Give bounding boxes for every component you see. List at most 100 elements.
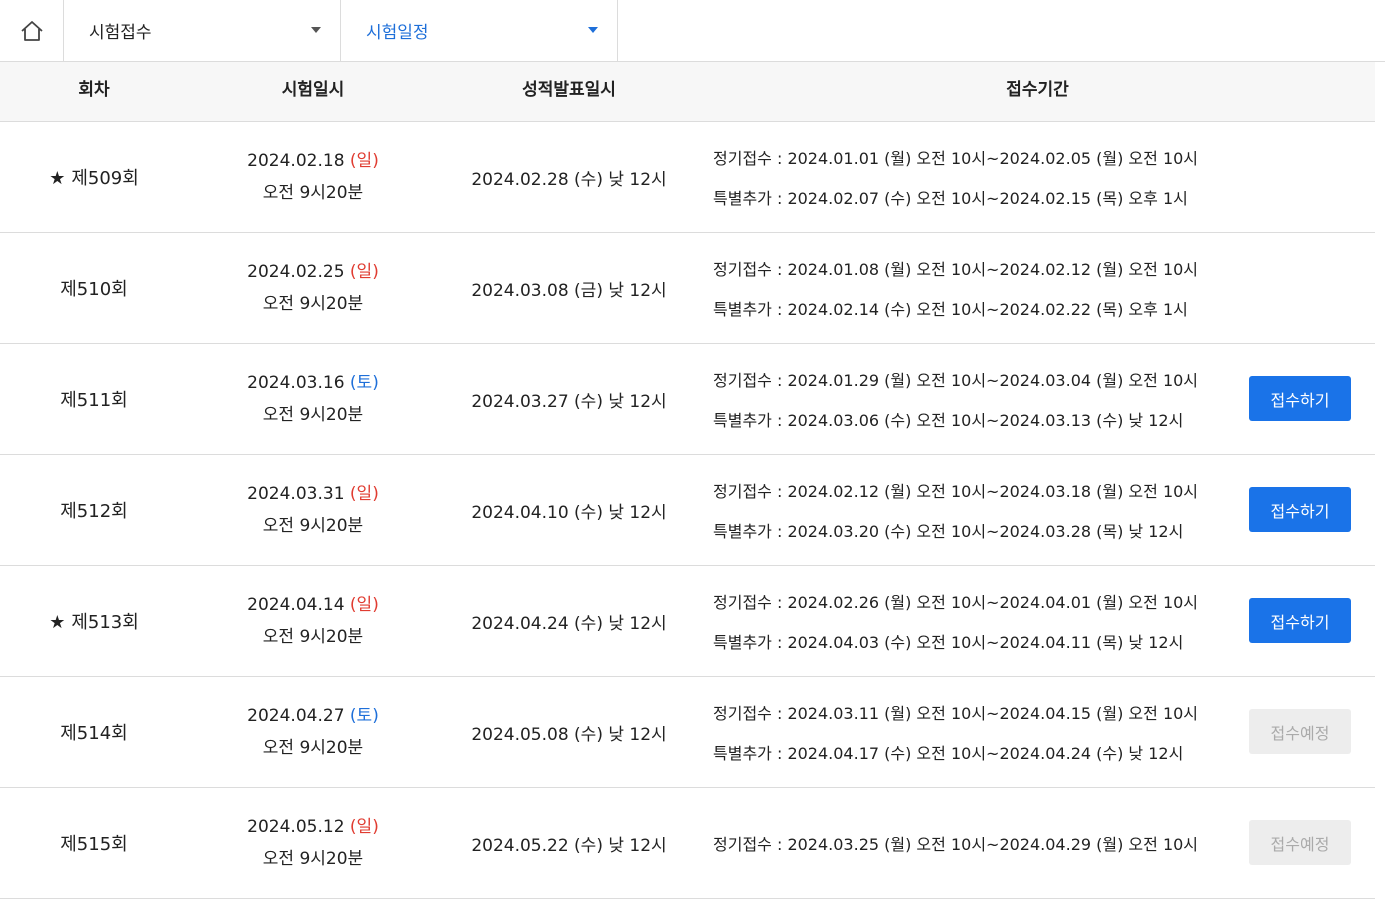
special-registration: 특별추가 : 2024.02.14 (수) 오전 10시~2024.02.22 … <box>713 300 1188 319</box>
table-row: 제510회 2024.02.25 (일) 오전 9시20분 2024.03.08 (금… <box>0 233 1375 344</box>
exam-date-line: 2024.03.31 (일) <box>247 478 379 510</box>
round-number: 제511회 <box>60 390 128 411</box>
register-button[interactable]: 접수하기 <box>1249 487 1351 532</box>
exam-day: (일) <box>349 595 379 615</box>
result-date-cell: 2024.05.08 (수) 낮 12시 <box>438 677 700 787</box>
regular-registration: 정기접수 : 2024.03.11 (월) 오전 10시~2024.04.15 … <box>713 704 1199 723</box>
exam-time: 오전 9시20분 <box>262 516 364 536</box>
home-icon <box>20 20 43 41</box>
exam-date-cell: 2024.04.14 (일) 오전 9시20분 <box>188 566 438 676</box>
result-date-cell: 2024.05.22 (수) 낮 12시 <box>438 788 700 898</box>
registration-period-cell: 정기접수 : 2024.03.11 (월) 오전 10시~2024.04.15 … <box>713 677 1198 787</box>
exam-date-line: 2024.04.27 (토) <box>247 700 379 732</box>
round-line: 제511회 <box>60 386 127 412</box>
exam-day: (일) <box>349 262 379 282</box>
regular-registration: 정기접수 : 2024.01.29 (월) 오전 10시~2024.03.04 … <box>713 371 1199 390</box>
exam-date: 2024.04.14 <box>247 595 345 615</box>
exam-date: 2024.05.12 <box>247 817 345 837</box>
registration-period-cell: 정기접수 : 2024.03.25 (월) 오전 10시~2024.04.29 … <box>713 788 1198 898</box>
round-cell: 제514회 <box>0 677 188 787</box>
registration-period-cell: 정기접수 : 2024.01.29 (월) 오전 10시~2024.03.04 … <box>713 344 1198 454</box>
registration-period-cell: 정기접수 : 2024.02.12 (월) 오전 10시~2024.03.18 … <box>713 455 1198 565</box>
result-date-cell: 2024.03.27 (수) 낮 12시 <box>438 344 700 454</box>
exam-date: 2024.04.27 <box>247 706 345 726</box>
category-dropdown[interactable]: 시험접수 <box>64 0 341 61</box>
chevron-down-icon <box>311 27 321 33</box>
subcategory-dropdown-label: 시험일정 <box>366 23 429 43</box>
round-line: ★ 제509회 <box>49 164 139 190</box>
result-date: 2024.03.08 (금) 낮 12시 <box>471 280 667 301</box>
register-button[interactable]: 접수하기 <box>1249 376 1351 421</box>
regular-registration: 정기접수 : 2024.03.25 (월) 오전 10시~2024.04.29 … <box>713 835 1199 854</box>
subcategory-dropdown[interactable]: 시험일정 <box>341 0 618 61</box>
exam-time: 오전 9시20분 <box>262 849 364 869</box>
round-cell: ★ 제513회 <box>0 566 188 676</box>
result-date: 2024.02.28 (수) 낮 12시 <box>471 169 667 190</box>
round-number: 제509회 <box>71 168 139 189</box>
regular-registration: 정기접수 : 2024.02.26 (월) 오전 10시~2024.04.01 … <box>713 593 1199 612</box>
exam-day: (일) <box>349 484 379 504</box>
regular-registration: 정기접수 : 2024.01.08 (월) 오전 10시~2024.02.12 … <box>713 260 1199 279</box>
round-number: 제514회 <box>60 723 128 744</box>
exam-date-line: 2024.02.25 (일) <box>247 256 379 288</box>
result-date: 2024.04.24 (수) 낮 12시 <box>471 613 667 634</box>
exam-date-line: 2024.05.12 (일) <box>247 811 379 843</box>
exam-date-cell: 2024.05.12 (일) 오전 9시20분 <box>188 788 438 898</box>
round-cell: 제512회 <box>0 455 188 565</box>
header-round: 회차 <box>78 80 110 100</box>
chevron-down-icon <box>588 27 598 33</box>
round-line: 제512회 <box>60 497 127 523</box>
exam-day: (일) <box>349 151 379 171</box>
round-number: 제515회 <box>60 834 128 855</box>
exam-date-cell: 2024.03.31 (일) 오전 9시20분 <box>188 455 438 565</box>
table-row: 제515회 2024.05.12 (일) 오전 9시20분 2024.05.22 (수… <box>0 788 1375 899</box>
exam-time: 오전 9시20분 <box>262 294 364 314</box>
star-icon: ★ <box>49 168 66 189</box>
round-number: 제510회 <box>60 279 128 300</box>
exam-date-line: 2024.04.14 (일) <box>247 589 379 621</box>
registration-period-cell: 정기접수 : 2024.01.01 (월) 오전 10시~2024.02.05 … <box>713 122 1198 232</box>
round-line: ★ 제513회 <box>49 608 139 634</box>
header-result-date: 성적발표일시 <box>522 80 616 100</box>
category-dropdown-label: 시험접수 <box>89 23 152 43</box>
exam-date: 2024.02.18 <box>247 151 345 171</box>
table-row: 제512회 2024.03.31 (일) 오전 9시20분 2024.04.10 (수… <box>0 455 1375 566</box>
result-date-cell: 2024.03.08 (금) 낮 12시 <box>438 233 700 343</box>
register-button[interactable]: 접수하기 <box>1249 598 1351 643</box>
registration-period-cell: 정기접수 : 2024.01.08 (월) 오전 10시~2024.02.12 … <box>713 233 1198 343</box>
exam-date: 2024.03.16 <box>247 373 345 393</box>
star-icon: ★ <box>49 612 66 633</box>
round-cell: 제510회 <box>0 233 188 343</box>
exam-day: (일) <box>349 817 379 837</box>
table-row: ★ 제509회 2024.02.18 (일) 오전 9시20분 2024.02.28 (… <box>0 122 1375 233</box>
round-cell: ★ 제509회 <box>0 122 188 232</box>
top-navigation: 시험접수 시험일정 <box>0 0 1385 62</box>
exam-date-cell: 2024.04.27 (토) 오전 9시20분 <box>188 677 438 787</box>
round-cell: 제515회 <box>0 788 188 898</box>
header-registration-period: 접수기간 <box>1006 80 1069 100</box>
result-date: 2024.05.08 (수) 낮 12시 <box>471 724 667 745</box>
header-exam-date: 시험일시 <box>281 80 345 100</box>
exam-time: 오전 9시20분 <box>262 405 364 425</box>
exam-date: 2024.02.25 <box>247 262 345 282</box>
special-registration: 특별추가 : 2024.03.20 (수) 오전 10시~2024.03.28 … <box>713 522 1184 541</box>
table-header: 회차 시험일시 성적발표일시 접수기간 <box>0 62 1375 122</box>
register-pending-button: 접수예정 <box>1249 820 1351 865</box>
round-line: 제515회 <box>60 830 127 856</box>
home-button[interactable] <box>0 0 64 61</box>
exam-date: 2024.03.31 <box>247 484 345 504</box>
special-registration: 특별추가 : 2024.04.17 (수) 오전 10시~2024.04.24 … <box>713 744 1184 763</box>
exam-date-cell: 2024.03.16 (토) 오전 9시20분 <box>188 344 438 454</box>
special-registration: 특별추가 : 2024.03.06 (수) 오전 10시~2024.03.13 … <box>713 411 1184 430</box>
exam-date-line: 2024.03.16 (토) <box>247 367 379 399</box>
registration-period-cell: 정기접수 : 2024.02.26 (월) 오전 10시~2024.04.01 … <box>713 566 1198 676</box>
exam-date-cell: 2024.02.18 (일) 오전 9시20분 <box>188 122 438 232</box>
exam-time: 오전 9시20분 <box>262 183 364 203</box>
exam-time: 오전 9시20분 <box>262 627 364 647</box>
round-number: 제513회 <box>71 612 139 633</box>
result-date-cell: 2024.04.10 (수) 낮 12시 <box>438 455 700 565</box>
exam-time: 오전 9시20분 <box>262 738 364 758</box>
table-row: ★ 제513회 2024.04.14 (일) 오전 9시20분 2024.04.24 (… <box>0 566 1375 677</box>
exam-date-line: 2024.02.18 (일) <box>247 145 379 177</box>
register-pending-button: 접수예정 <box>1249 709 1351 754</box>
